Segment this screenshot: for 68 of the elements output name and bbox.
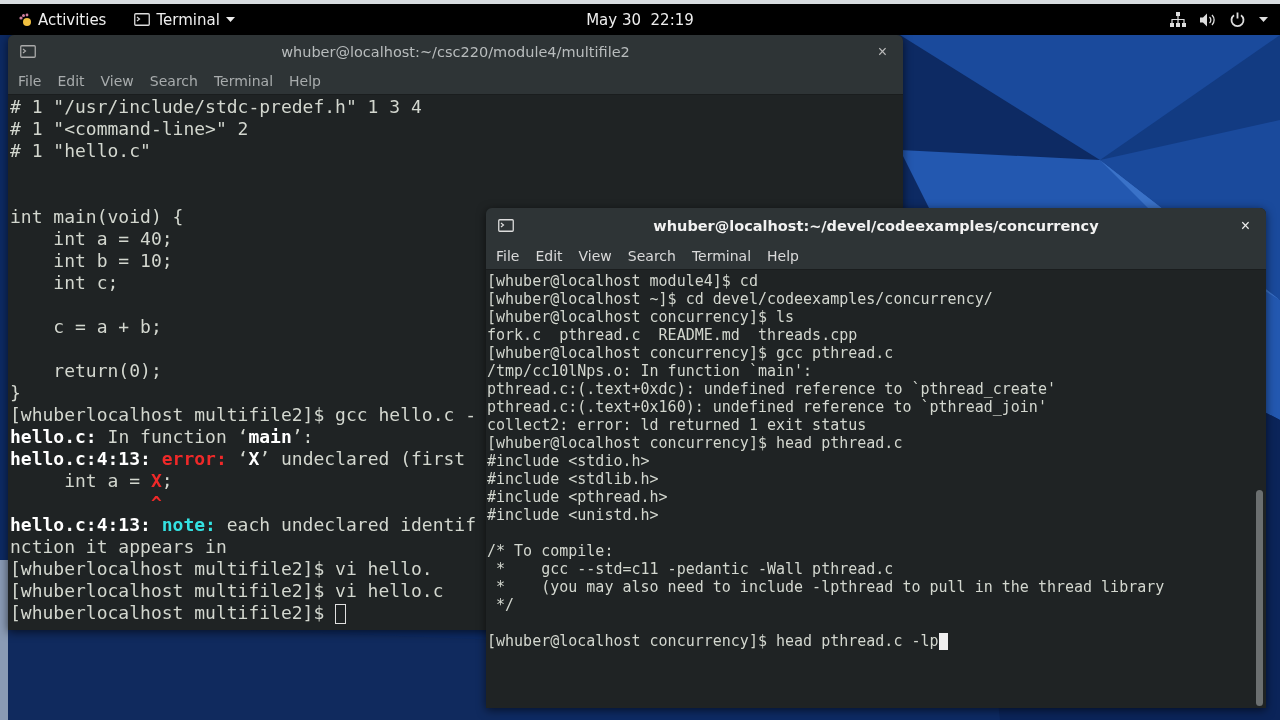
window-title: whuber@localhost:~/csc220/module4/multifile2 bbox=[281, 43, 630, 60]
terminal-icon bbox=[498, 219, 514, 232]
menu-item[interactable]: View bbox=[570, 248, 620, 264]
menu-item[interactable]: Help bbox=[281, 73, 329, 89]
menu-item[interactable]: File bbox=[488, 248, 528, 264]
terminal-line: # 1 "<command-line>" 2 bbox=[10, 118, 249, 139]
app-menu-button[interactable]: Terminal bbox=[156, 10, 220, 29]
terminal-line: */ bbox=[495, 596, 515, 614]
terminal-line: c = a + b; bbox=[52, 316, 162, 337]
caret-icon bbox=[225, 17, 235, 22]
terminal-line: [whuberlocalhost multifile2]$ vi hello. bbox=[10, 558, 433, 579]
terminal-line: [whuber@localhost ~]$ cd devel/codeexamples/concurrency/ bbox=[487, 290, 993, 308]
terminal-line: pthread.c:(.text+0x160): undefined reference to `pthread_join' bbox=[487, 398, 1047, 416]
terminal-line: hello.c:4:13: note: each undeclared identif bbox=[10, 514, 476, 535]
terminal-line: [whuber@localhost module4]$ cd bbox=[487, 272, 758, 290]
terminal-line: pthread.c:(.text+0xdc): undefined reference to `pthread_create' bbox=[487, 380, 1056, 398]
terminal-line: [whuberlocalhost multifile2]$ gcc hello.c - bbox=[10, 404, 476, 425]
menu-item[interactable]: Terminal bbox=[683, 248, 760, 264]
terminal-line: hello.c:4:13: error: ‘X’ undeclared (first bbox=[10, 448, 466, 469]
terminal-line: #include <stdlib.h> bbox=[487, 470, 659, 488]
terminal-line: [whuber@localhost concurrency]$ head pthread.c -lp bbox=[487, 632, 939, 650]
clock[interactable]: May 30 22:19 bbox=[586, 10, 694, 29]
terminal-icon bbox=[134, 13, 151, 26]
terminal-line: collect2: error: ld returned 1 exit status bbox=[487, 416, 867, 434]
terminal-line: #include <pthread.h> bbox=[487, 488, 668, 506]
terminal-line: int a = X; bbox=[63, 470, 173, 491]
menu-item[interactable]: Edit bbox=[49, 73, 93, 89]
terminal-line: #include <stdio.h> bbox=[487, 452, 650, 470]
terminal-line: int c; bbox=[52, 272, 119, 293]
menu-item[interactable]: Search bbox=[619, 248, 684, 264]
terminal-line: int b = 10; bbox=[52, 250, 173, 271]
terminal-line: [whuberlocalhost multifile2]$ bbox=[10, 602, 326, 623]
terminal-line: /* To compile: bbox=[487, 542, 614, 560]
terminal-line: int a = 40; bbox=[52, 228, 173, 249]
terminal-line: [whuber@localhost concurrency]$ ls bbox=[487, 308, 795, 326]
menu-item[interactable]: File bbox=[10, 73, 50, 89]
activities-button[interactable]: Activities bbox=[38, 10, 107, 29]
scrollbar[interactable] bbox=[1256, 490, 1263, 706]
terminal-line: * gcc --std=c11 -pedantic -Wall pthread.c bbox=[495, 560, 894, 578]
terminal-line: fork.c pthread.c README.md threads.cpp bbox=[487, 326, 858, 344]
terminal-line: [whuber@localhost concurrency]$ head pthread.c bbox=[487, 434, 903, 452]
caret-icon[interactable] bbox=[1259, 17, 1268, 22]
menu-item[interactable]: Search bbox=[141, 73, 206, 89]
terminal-line: int main(void) { bbox=[10, 206, 184, 227]
volume-icon[interactable] bbox=[1200, 12, 1216, 27]
foot-icon bbox=[18, 12, 32, 27]
terminal-line: ^ bbox=[149, 492, 162, 513]
menu-item[interactable]: View bbox=[92, 73, 142, 89]
power-icon[interactable] bbox=[1230, 12, 1245, 27]
menu-item[interactable]: Edit bbox=[527, 248, 571, 264]
close-button[interactable]: × bbox=[873, 42, 891, 61]
terminal-line: nction it appears in bbox=[10, 536, 227, 557]
terminal-icon bbox=[20, 45, 36, 58]
terminal-line: hello.c: In function ‘main’: bbox=[10, 426, 314, 447]
network-icon[interactable] bbox=[1170, 12, 1186, 27]
terminal-line: # 1 "hello.c" bbox=[10, 140, 151, 161]
window-title: whuber@localhost:~/devel/codeexamples/concurrency bbox=[653, 217, 1099, 234]
terminal-line: } bbox=[10, 382, 21, 403]
menu-item[interactable]: Terminal bbox=[205, 73, 282, 89]
menu-item[interactable]: Help bbox=[759, 248, 807, 264]
terminal-line: #include <unistd.h> bbox=[487, 506, 659, 524]
terminal-line: # 1 "/usr/include/stdc-predef.h" 1 3 4 bbox=[10, 96, 422, 117]
terminal-line: * (you may also need to include -lpthread to pull in the thread library bbox=[495, 578, 1165, 596]
terminal-line: [whuber@localhost concurrency]$ gcc pthread.c bbox=[487, 344, 894, 362]
terminal-line: [whuberlocalhost multifile2]$ vi hello.c bbox=[10, 580, 444, 601]
terminal-line: /tmp/cc10lNps.o: In function `main': bbox=[487, 362, 813, 380]
terminal-line: return(0); bbox=[52, 360, 162, 381]
close-button[interactable]: × bbox=[1236, 216, 1254, 235]
